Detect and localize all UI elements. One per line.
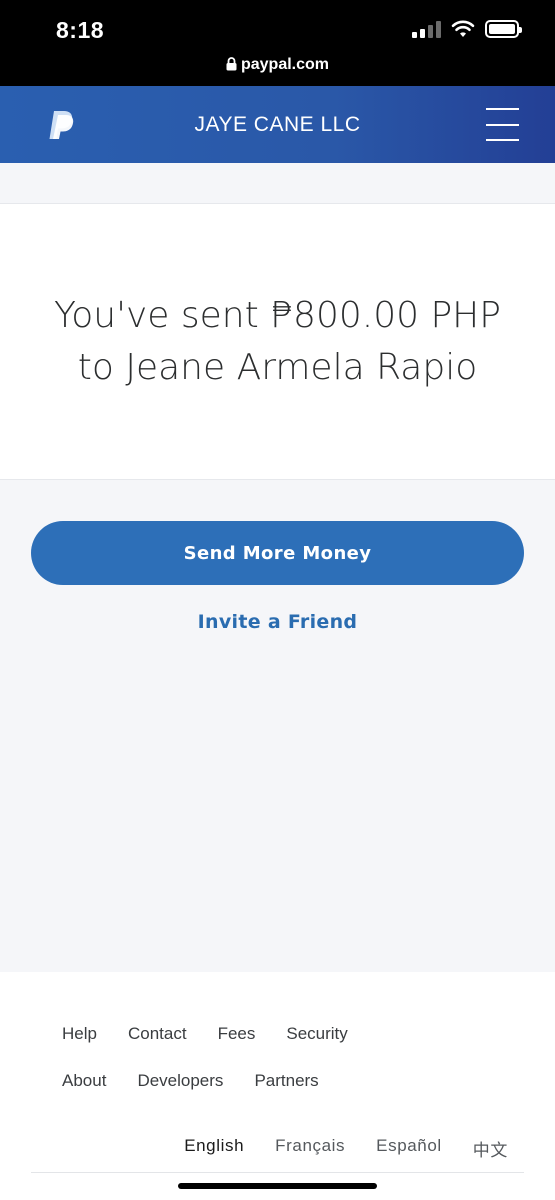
footer-link-partners[interactable]: Partners <box>254 1071 318 1091</box>
confirmation-message: You've sent ₱800.00 PHP to Jeane Armela … <box>54 295 501 388</box>
footer-divider <box>31 1172 524 1173</box>
battery-icon <box>485 20 522 38</box>
invite-friend-link[interactable]: Invite a Friend <box>0 611 555 633</box>
footer-links-row-1: Help Contact Fees Security <box>62 1024 348 1044</box>
footer-link-help[interactable]: Help <box>62 1024 97 1044</box>
language-chinese[interactable]: 中文 <box>473 1136 508 1161</box>
language-english[interactable]: English <box>184 1136 244 1161</box>
address-bar[interactable]: paypal.com <box>0 56 555 74</box>
footer-link-security[interactable]: Security <box>286 1024 347 1044</box>
paypal-header: JAYE CANE LLC <box>0 86 555 163</box>
menu-icon[interactable] <box>486 108 519 141</box>
language-french[interactable]: Français <box>275 1136 345 1161</box>
home-indicator[interactable] <box>178 1183 377 1189</box>
language-spanish[interactable]: Español <box>376 1136 442 1161</box>
footer-link-fees[interactable]: Fees <box>218 1024 256 1044</box>
cellular-signal-icon <box>412 20 441 38</box>
status-bar: 8:18 paypal.com <box>0 0 555 86</box>
page: 8:18 paypal.com JAYE CANE LLC You've sen… <box>0 0 555 1200</box>
status-icons <box>412 20 522 38</box>
url-text: paypal.com <box>240 56 330 73</box>
footer-link-about[interactable]: About <box>62 1071 106 1091</box>
footer: Help Contact Fees Security About Develop… <box>0 972 555 1200</box>
footer-links-row-2: About Developers Partners <box>62 1071 319 1091</box>
wifi-icon <box>451 20 475 37</box>
footer-link-developers[interactable]: Developers <box>137 1071 223 1091</box>
language-selector: English Français Español 中文 <box>184 1136 508 1161</box>
status-time: 8:18 <box>56 17 105 43</box>
footer-link-contact[interactable]: Contact <box>128 1024 187 1044</box>
lock-icon <box>226 57 237 71</box>
send-more-money-button[interactable]: Send More Money <box>31 521 524 585</box>
confirmation-card: You've sent ₱800.00 PHP to Jeane Armela … <box>0 203 555 480</box>
merchant-name: JAYE CANE LLC <box>194 113 361 136</box>
